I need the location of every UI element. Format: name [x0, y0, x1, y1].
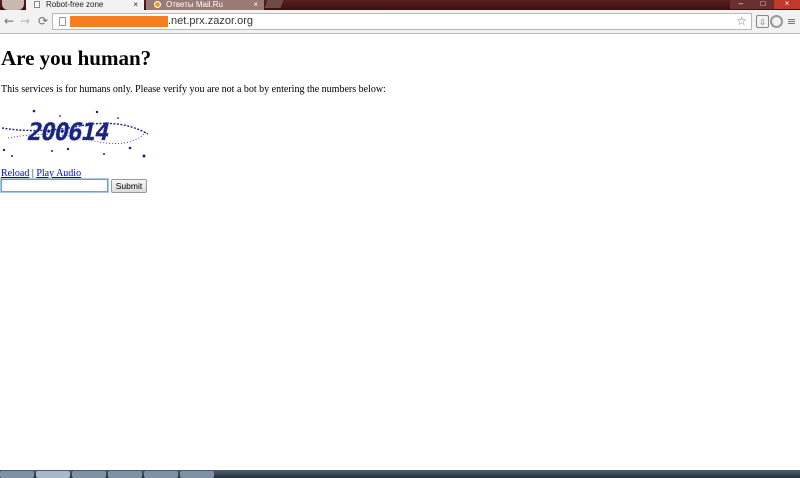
tab-title: Ответы Mail.Ru — [166, 0, 223, 9]
page-icon — [59, 17, 66, 26]
bookmark-star-icon[interactable]: ☆ — [736, 14, 747, 29]
captcha-image: 200614 — [1, 109, 149, 158]
intro-text: This services is for humans only. Please… — [1, 84, 386, 95]
taskbar-item[interactable] — [72, 471, 106, 478]
redacted-domain — [70, 16, 168, 27]
page-content: Are you human? This services is for huma… — [0, 34, 800, 470]
reload-button[interactable]: ⟳ — [36, 14, 50, 28]
new-tab-button[interactable] — [264, 0, 284, 8]
tab-robot-free-zone[interactable]: Robot-free zone × — [26, 0, 144, 10]
tab-title: Robot-free zone — [46, 0, 104, 9]
tab-mail-ru-answers[interactable]: Ответы Mail.Ru × — [146, 0, 264, 10]
taskbar-item[interactable] — [36, 471, 70, 478]
submit-button[interactable]: Submit — [111, 179, 147, 193]
taskbar-item[interactable] — [144, 471, 178, 478]
page-title: Are you human? — [1, 46, 152, 70]
os-taskbar — [0, 470, 800, 478]
extension-circle-icon[interactable] — [770, 15, 783, 28]
captcha-answer-input[interactable] — [0, 178, 109, 193]
address-url: .net.prx.zazor.org — [168, 15, 253, 27]
extension-icon[interactable]: ⇩ — [756, 15, 769, 28]
page-icon — [34, 1, 40, 8]
captcha-text: 200614 — [25, 117, 112, 146]
address-bar[interactable]: .net.prx.zazor.org ☆ — [52, 13, 752, 30]
start-button[interactable] — [0, 471, 34, 478]
taskbar-item[interactable] — [180, 471, 214, 478]
user-profile-icon[interactable] — [2, 0, 24, 10]
forward-button[interactable]: → — [18, 14, 32, 28]
reload-captcha-link[interactable]: Reload — [1, 168, 29, 179]
link-separator: | — [31, 168, 34, 179]
close-window-button[interactable]: × — [774, 0, 800, 9]
browser-toolbar: ← → ⟳ .net.prx.zazor.org ☆ ⇩ ≡ — [0, 10, 800, 34]
captcha-links: Reload | Play Audio — [1, 168, 81, 179]
browser-menu-icon[interactable]: ≡ — [785, 15, 798, 28]
maximize-button[interactable]: □ — [752, 0, 774, 9]
tab-close-icon[interactable]: × — [133, 0, 138, 9]
minimize-button[interactable]: – — [730, 0, 752, 9]
play-audio-link[interactable]: Play Audio — [36, 168, 81, 179]
window-titlebar: Robot-free zone × Ответы Mail.Ru × – □ × — [0, 0, 800, 10]
tab-close-icon[interactable]: × — [253, 0, 258, 9]
taskbar-item[interactable] — [108, 471, 142, 478]
mail-ru-favicon-icon — [154, 1, 161, 8]
back-button[interactable]: ← — [2, 14, 16, 28]
